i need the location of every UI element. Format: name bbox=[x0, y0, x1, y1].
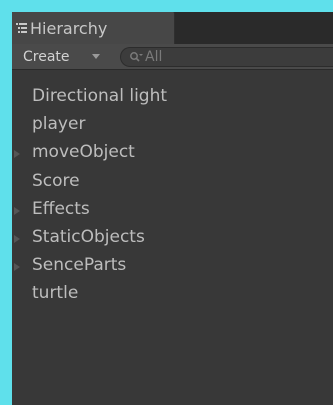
hierarchy-panel: Hierarchy Create Directional light playe… bbox=[12, 12, 333, 405]
search-input[interactable] bbox=[145, 48, 325, 66]
tree-item-staticobjects[interactable]: StaticObjects bbox=[12, 225, 333, 253]
tree-item-turtle[interactable]: turtle bbox=[12, 281, 333, 309]
hierarchy-list-icon bbox=[16, 23, 27, 33]
tree-item-label: player bbox=[32, 114, 86, 135]
tree-item-label: Effects bbox=[32, 198, 90, 219]
tree-item-score[interactable]: Score bbox=[12, 169, 333, 197]
expand-arrow-icon[interactable] bbox=[14, 150, 20, 159]
tree-item-moveobject[interactable]: moveObject bbox=[12, 140, 333, 168]
search-field[interactable] bbox=[120, 47, 333, 67]
tree-item-directional-light[interactable]: Directional light bbox=[12, 84, 333, 112]
tree-item-label: Score bbox=[32, 170, 80, 191]
create-button[interactable]: Create bbox=[12, 44, 116, 69]
toolbar: Create bbox=[12, 44, 333, 70]
chevron-down-icon bbox=[92, 54, 100, 59]
expand-arrow-icon[interactable] bbox=[14, 263, 20, 272]
expand-arrow-icon[interactable] bbox=[14, 206, 20, 215]
tab-label: Hierarchy bbox=[30, 19, 108, 38]
tab-hierarchy[interactable]: Hierarchy bbox=[12, 12, 175, 44]
tree-item-label: Directional light bbox=[32, 86, 168, 106]
tab-strip: Hierarchy bbox=[12, 12, 333, 44]
tree-item-effects[interactable]: Effects bbox=[12, 197, 333, 225]
tree-item-label: moveObject bbox=[32, 142, 135, 163]
tree-item-senceparts[interactable]: SenceParts bbox=[12, 253, 333, 281]
create-button-label: Create bbox=[23, 49, 70, 65]
tree-item-label: turtle bbox=[32, 283, 79, 304]
tree-item-label: SenceParts bbox=[32, 255, 127, 276]
search-icon[interactable] bbox=[129, 50, 143, 64]
hierarchy-tree: Directional light player moveObject Scor… bbox=[12, 84, 333, 310]
tree-item-label: StaticObjects bbox=[32, 226, 145, 247]
expand-arrow-icon[interactable] bbox=[14, 234, 20, 243]
tree-item-player[interactable]: player bbox=[12, 112, 333, 140]
